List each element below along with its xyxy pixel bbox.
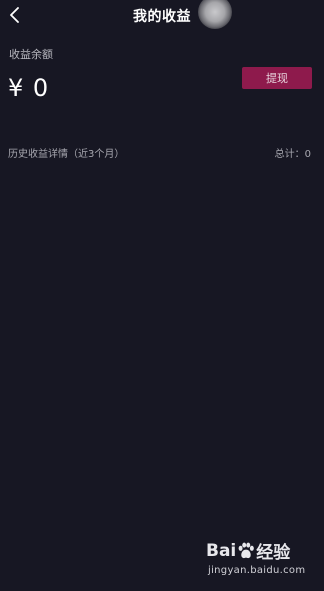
watermark-url: jingyan.baidu.com	[208, 565, 306, 576]
watermark-brand: Bai 经验	[206, 538, 291, 564]
balance-amount: ¥ 0	[8, 74, 50, 102]
paw-icon	[238, 542, 255, 558]
history-total: 总计：0	[274, 149, 311, 160]
history-section-label: 历史收益详情（近3个月）	[8, 149, 125, 160]
page-title: 我的收益	[133, 9, 191, 25]
watermark-brand-suffix: 经验	[256, 543, 291, 563]
watermark-logo: Bai 经验 jingyan.baidu.com	[206, 538, 318, 582]
header-bar: 我的收益	[0, 0, 324, 30]
watermark-brand-prefix: Bai	[206, 540, 237, 561]
withdraw-button[interactable]: 提现	[242, 67, 312, 89]
balance-label: 收益余额	[9, 48, 53, 61]
